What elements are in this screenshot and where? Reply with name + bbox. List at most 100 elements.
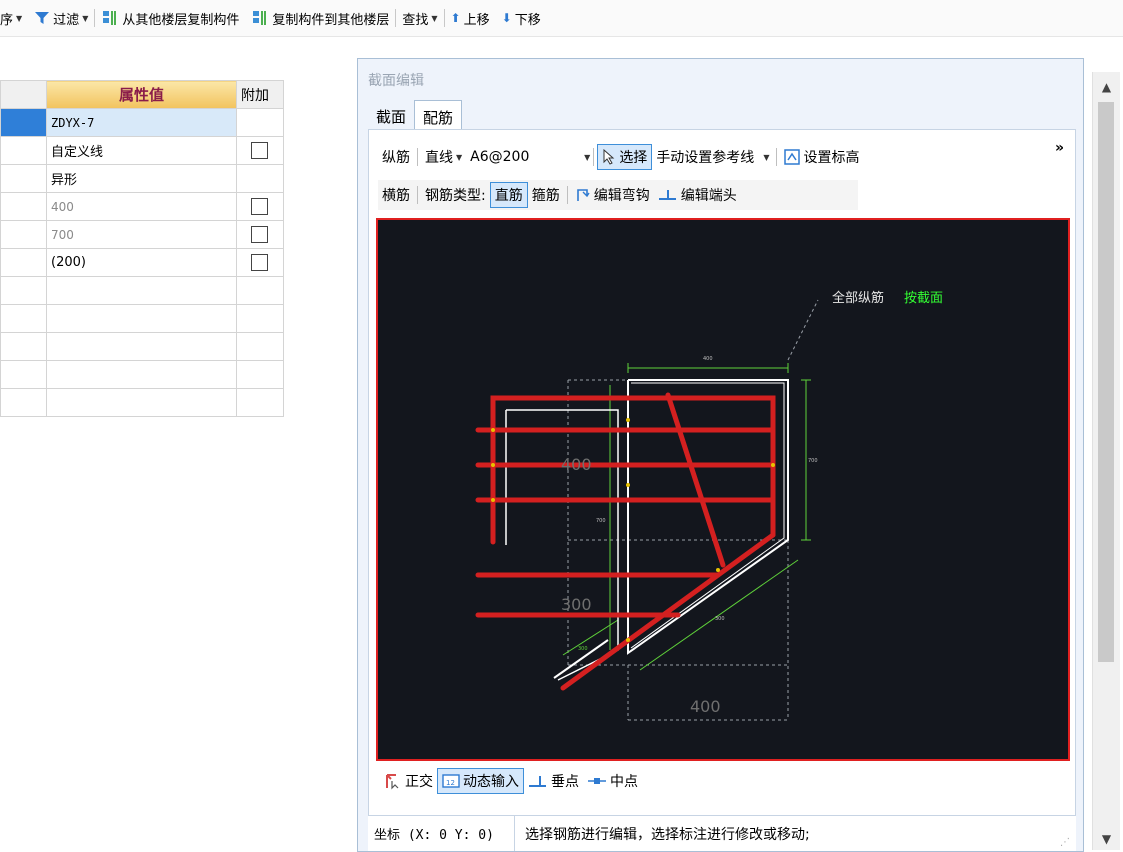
stirrup-button[interactable]: 箍筋 (528, 185, 564, 205)
scroll-up-icon[interactable]: ▲ (1093, 76, 1120, 98)
row-value-cell[interactable] (46, 276, 237, 305)
perpendicular-button[interactable]: 垂点 (524, 771, 583, 791)
row-name-cell[interactable] (0, 192, 47, 221)
dialog-title: 截面编辑 (368, 73, 424, 89)
row-name-cell[interactable] (0, 164, 47, 193)
row-value-cell[interactable]: 异形 (46, 164, 237, 193)
add-checkbox[interactable] (251, 226, 268, 243)
edit-end-button[interactable]: 编辑端头 (654, 185, 741, 205)
scroll-down-icon[interactable]: ▼ (1093, 828, 1120, 850)
annotation-value[interactable]: 按截面 (904, 291, 943, 306)
filter-button[interactable]: 过滤 ▼ (28, 9, 94, 28)
tab-reinforcement[interactable]: 配筋 (414, 100, 463, 130)
grid-row[interactable]: 700 (0, 220, 284, 249)
filter-icon (35, 12, 50, 24)
annotation-label[interactable]: 全部纵筋 (832, 290, 884, 306)
grid-row[interactable]: 自定义线 (0, 136, 284, 165)
straight-rebar-button[interactable]: 直筋 (489, 182, 528, 208)
row-value-cell[interactable] (46, 388, 237, 417)
ortho-label: 正交 (405, 774, 433, 790)
copy-from-floors-button[interactable]: 从其他楼层复制构件 (95, 9, 245, 28)
chevron-down-icon: ▼ (431, 13, 438, 23)
row-name-cell[interactable] (0, 360, 47, 389)
elevation-icon (784, 149, 801, 165)
perpendicular-icon (529, 776, 546, 787)
grid-row[interactable]: 400 (0, 192, 284, 221)
rebar-spec-dropdown-icon[interactable]: ▼ (584, 153, 590, 162)
midpoint-button[interactable]: 中点 (583, 771, 642, 791)
status-message: 选择钢筋进行编辑，选择标注进行修改或移动; (525, 826, 810, 843)
row-value-cell[interactable]: (200) (46, 248, 237, 277)
grid-row[interactable]: ZDYX-7 (0, 108, 284, 137)
end-head-icon (658, 190, 676, 200)
grid-row[interactable] (0, 276, 284, 305)
grid-header-name (0, 80, 47, 109)
resize-grip-icon[interactable]: ⋰ (1060, 837, 1070, 848)
row-value-cell[interactable]: 700 (46, 220, 237, 249)
grid-row[interactable] (0, 304, 284, 333)
ortho-button[interactable]: 正交 (380, 771, 437, 791)
annotation-leader (787, 299, 819, 361)
grid-row[interactable]: (200) (0, 248, 284, 277)
scroll-thumb[interactable] (1098, 102, 1114, 662)
transverse-label: 横筋 (382, 188, 410, 204)
row-value-cell[interactable] (46, 304, 237, 333)
row-value-cell[interactable] (46, 360, 237, 389)
row-name-cell[interactable] (0, 276, 47, 305)
sort-dropdown[interactable]: 序 ▼ (0, 9, 28, 28)
grid-row[interactable] (0, 332, 284, 361)
rebar-point (491, 463, 495, 467)
rebar-spec-input[interactable]: A6@200 (466, 149, 584, 165)
snap-toolbar: 正交 12 动态输入 垂点 中点 (380, 765, 642, 797)
copy-from-floors-label: 从其他楼层复制构件 (122, 12, 240, 28)
move-down-button[interactable]: ⬇ 下移 (496, 9, 547, 28)
find-dropdown[interactable]: 查找 ▼ (396, 9, 443, 28)
toolbar-separator (417, 186, 418, 204)
dim-text-left-lower: 300 (561, 595, 592, 614)
grid-row[interactable] (0, 388, 284, 417)
row-add-cell (236, 332, 284, 361)
row-name-cell[interactable] (0, 248, 47, 277)
add-checkbox[interactable] (251, 142, 268, 159)
line-type-dropdown[interactable]: 直线 ▼ (421, 147, 466, 167)
dim-text-diag: 300 (715, 616, 725, 622)
section-canvas[interactable]: 400 300 400 400 700 700 300 300 全部纵筋 按截面 (376, 218, 1070, 761)
edit-hook-button[interactable]: 编辑弯钩 (571, 185, 654, 205)
copy-to-floors-label: 复制构件到其他楼层 (272, 12, 390, 28)
copy-to-floors-button[interactable]: 复制构件到其他楼层 (245, 9, 395, 28)
row-name-cell[interactable] (0, 332, 47, 361)
longitudinal-toolbar: 纵筋 直线 ▼ A6@200 ▼ 选择 手动设置参考线 ▼ 设置标高 » (378, 140, 1068, 172)
row-add-cell (236, 248, 284, 277)
dynamic-input-button[interactable]: 12 动态输入 (437, 768, 524, 794)
grid-row[interactable] (0, 360, 284, 389)
rebar-point (626, 638, 630, 642)
row-name-cell[interactable] (0, 136, 47, 165)
add-checkbox[interactable] (251, 254, 268, 271)
dim-text-top: 400 (703, 356, 713, 362)
set-ref-line-dropdown[interactable]: 手动设置参考线 ▼ (652, 147, 773, 167)
rebars (475, 392, 776, 691)
row-name-cell[interactable] (0, 220, 47, 249)
row-name-cell[interactable] (0, 388, 47, 417)
row-add-cell (236, 108, 284, 137)
select-button[interactable]: 选择 (597, 144, 653, 170)
tab-section[interactable]: 截面 (368, 100, 414, 130)
ortho-icon (386, 774, 399, 790)
more-overflow-icon[interactable]: » (1051, 140, 1068, 156)
row-value-cell[interactable] (46, 332, 237, 361)
row-value-cell[interactable]: 400 (46, 192, 237, 221)
grid-row[interactable]: 异形 (0, 164, 284, 193)
row-name-cell[interactable] (0, 108, 47, 137)
vertical-scrollbar[interactable]: ▲ ▼ (1092, 72, 1120, 850)
move-up-button[interactable]: ⬆ 上移 (445, 9, 496, 28)
section-outline (505, 379, 789, 681)
cursor-icon (603, 149, 615, 165)
add-checkbox[interactable] (251, 198, 268, 215)
row-name-cell[interactable] (0, 304, 47, 333)
row-add-cell (236, 304, 284, 333)
coordinate-readout: 坐标 (X: 0 Y: 0) (368, 816, 515, 851)
rebar-outer (490, 395, 776, 545)
set-elevation-button[interactable]: 设置标高 (780, 147, 863, 167)
row-value-cell[interactable]: ZDYX-7 (46, 108, 237, 137)
row-value-cell[interactable]: 自定义线 (46, 136, 237, 165)
